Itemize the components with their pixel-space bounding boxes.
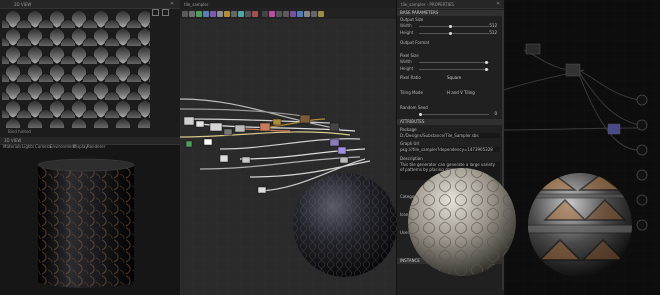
graph-title: tile_sampler [184,2,209,7]
pixel-width-label: Width [400,59,412,64]
pixel-height-row: Height [397,65,501,73]
viewer-3d-panel: 3D VIEW Materials Lights Camera Environm… [0,137,180,295]
node-color-icon[interactable] [196,11,202,17]
node-svg-icon[interactable] [283,11,289,17]
node-output-icon[interactable] [269,11,275,17]
viewer-2d-title: 2D VIEW [14,2,32,7]
viewer-2d-toolbar [150,9,178,17]
fit-icon[interactable] [162,9,169,16]
viewer-3d-title: 3D VIEW [4,138,22,143]
width-label: Width [400,23,412,28]
output-format-label: Output Format [400,40,430,45]
random-seed-value[interactable]: 0 [494,111,497,116]
height-label: Height [400,30,414,35]
random-seed-slider[interactable] [419,113,489,116]
properties-title: tile_sampler - PROPERTIES [401,2,454,7]
description-label: Description [400,156,423,161]
height-slider[interactable] [419,32,489,35]
pixel-height-slider[interactable] [419,68,489,71]
node-uniform-icon[interactable] [189,11,195,17]
cylinder-preview [37,158,135,288]
menu-materials[interactable]: Materials [3,144,21,149]
width-slider[interactable] [419,25,489,28]
node-fxmap-icon[interactable] [290,11,296,17]
node-text-icon[interactable] [245,11,251,17]
pixel-ratio-value[interactable]: Square [447,75,461,80]
menu-lights[interactable]: Lights [22,144,34,149]
node-transform-icon[interactable] [203,11,209,17]
package-label: Package [400,127,417,132]
tiling-mode-value[interactable]: H and V Tiling [447,90,475,95]
node-pixel-icon[interactable] [276,11,282,17]
node-input-icon[interactable] [262,11,268,17]
node-levels-icon[interactable] [217,11,223,17]
properties-header: tile_sampler - PROPERTIES ✕ [397,0,505,9]
viewer-3d-menubar: Materials Lights Camera Environment Disp… [0,144,180,150]
viewer-2d-status: Bind hinted [8,129,31,134]
sphere-metal-triangles [528,173,632,277]
pixel-ratio-label: Pixel Ratio [400,75,421,80]
width-value[interactable]: 512 [489,23,497,28]
viewer-2d-close-icon[interactable]: ✕ [170,1,174,7]
scale-texture-2d [2,10,150,128]
output-height-row: Height 512 [397,29,501,37]
sphere-dark-scales [293,173,397,277]
menu-display[interactable]: Display [73,144,88,149]
node-blend-icon[interactable] [182,11,188,17]
node-bitmap-icon[interactable] [297,11,303,17]
node-gradient-icon[interactable] [210,11,216,17]
viewer-2d-panel: 2D VIEW ✕ Bind hinted [0,0,180,140]
node-frame-icon[interactable] [311,11,317,17]
menu-renderer[interactable]: Renderer [87,144,105,149]
zoom-icon[interactable] [152,9,159,16]
node-warp-icon[interactable] [238,11,244,17]
menu-camera[interactable]: Camera [35,144,51,149]
section-base-parameters[interactable]: BASE PARAMETERS [397,10,505,16]
section-attributes[interactable]: ATTRIBUTES [397,119,505,125]
node-curve-icon[interactable] [231,11,237,17]
pixel-width-slider[interactable] [419,61,489,64]
random-seed-row: 0 [397,110,501,118]
node-fx-icon[interactable] [252,11,258,17]
properties-close-icon[interactable]: ✕ [496,1,500,7]
height-value[interactable]: 512 [489,30,497,35]
node-gray-icon[interactable] [304,11,310,17]
pixel-height-label: Height [400,66,414,71]
viewer-2d-header: 2D VIEW ✕ [0,0,180,9]
package-path: D:/Designs/Substance/Tile_Sampler.sbs [400,133,500,138]
graph-url-label: Graph Url [400,141,420,146]
graph-toolbar [180,8,396,19]
sphere-stone-scales [408,168,516,276]
graph-url-value[interactable]: pkg:///tile_sampler?dependency=147390532… [400,147,500,152]
node-normal-icon[interactable] [224,11,230,17]
tiling-mode-label: Tiling Mode [400,90,423,95]
menu-environment[interactable]: Environment [50,144,76,149]
node-comment-icon[interactable] [318,11,324,17]
